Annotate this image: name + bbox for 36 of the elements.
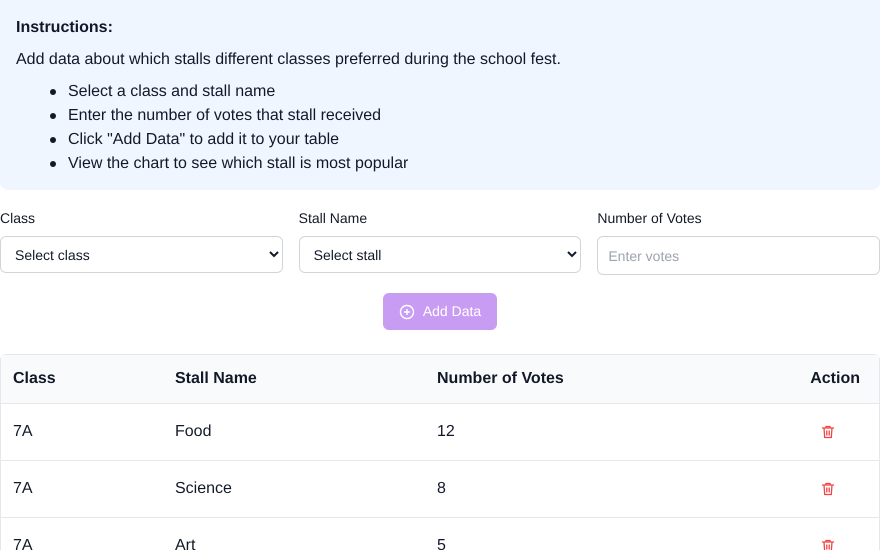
bullet-icon [50, 161, 56, 167]
column-header: Stall Name [175, 370, 257, 387]
bullet-icon [50, 113, 56, 119]
trash-icon [820, 481, 836, 497]
table-cell: 7A [13, 480, 33, 497]
column-header: Action [810, 370, 860, 387]
delete-button[interactable] [820, 481, 836, 497]
table-cell: Art [175, 537, 196, 550]
instruction-step: Enter the number of votes that stall received [68, 104, 382, 128]
delete-button[interactable] [820, 538, 836, 550]
table-cell: Science [175, 480, 232, 497]
instruction-step: Select a class and stall name [68, 80, 276, 104]
trash-icon [820, 538, 836, 550]
instruction-step: View the chart to see which stall is most popular [68, 152, 408, 176]
table-cell: 12 [437, 423, 455, 440]
field-label: Number of Votes [597, 209, 703, 228]
column-header: Class [13, 370, 56, 387]
dropdown-field[interactable]: Select class [0, 236, 283, 273]
instruction-step: Click "Add Data" to add it to your table [68, 128, 340, 152]
table-cell: Food [175, 423, 212, 440]
trash-icon [820, 424, 836, 440]
votes-input[interactable]: Enter votes [597, 236, 880, 275]
bullet-icon [50, 89, 56, 95]
table-cell: 7A [13, 537, 33, 550]
field-label: Class [0, 209, 36, 228]
instructions-text: Add data about which stalls different classes preferred during the school fest. [16, 50, 562, 70]
dropdown-field[interactable]: Select stall [298, 236, 582, 273]
column-header: Number of Votes [437, 370, 564, 387]
instructions-title: Instructions: [16, 18, 114, 38]
table-cell: 5 [437, 537, 446, 550]
field-label: Stall Name [298, 209, 368, 228]
delete-button[interactable] [820, 424, 836, 440]
bullet-icon [50, 137, 56, 143]
table-cell: 8 [437, 480, 446, 497]
plus-circle-icon [398, 304, 415, 320]
table-cell: 7A [13, 423, 33, 440]
